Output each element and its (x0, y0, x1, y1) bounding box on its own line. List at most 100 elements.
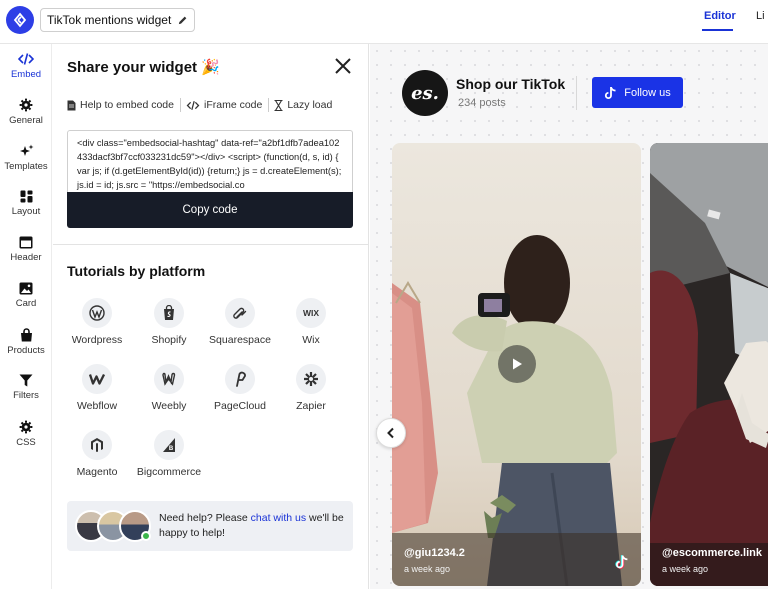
platform-zapier[interactable]: Zapier (271, 364, 351, 412)
platform-label: Squarespace (209, 334, 271, 346)
nav-item-layout[interactable]: Layout (0, 190, 52, 217)
header-icon (19, 236, 33, 249)
post-card[interactable]: @escommerce.link a week ago (650, 143, 768, 586)
tab-lazy-load[interactable]: Lazy load (274, 99, 338, 111)
tab-iframe-code-label: iFrame code (203, 99, 263, 111)
widget-title: TikTok mentions widget (47, 13, 172, 27)
platform-webflow[interactable]: Webflow (57, 364, 137, 412)
platform-wix[interactable]: WIX Wix (271, 298, 351, 346)
platform-label: Wix (302, 334, 320, 346)
chevron-left-icon (387, 427, 394, 439)
top-bar: TikTok mentions widget Editor Li (0, 0, 768, 44)
follow-us-button[interactable]: Follow us (592, 77, 683, 108)
nav-label-embed: Embed (10, 69, 42, 80)
share-widget-panel: Share your widget 🎉 Help to embed code i… (53, 44, 369, 589)
header-separator (576, 76, 577, 110)
platform-wordpress[interactable]: Wordpress (57, 298, 137, 346)
platform-label: PageCloud (214, 400, 266, 412)
wix-icon: WIX (303, 308, 319, 318)
posts-count: 234 posts (458, 97, 506, 109)
platform-label: Magento (76, 466, 118, 478)
play-button[interactable] (498, 345, 536, 383)
platform-label: Weebly (151, 400, 187, 412)
tutorials-title: Tutorials by platform (67, 263, 206, 279)
nav-label-css: CSS (16, 437, 36, 448)
tiktok-icon (605, 86, 616, 99)
nav-item-embed[interactable]: Embed (0, 52, 52, 80)
tab-separator (179, 98, 181, 112)
card-timestamp: a week ago (662, 564, 709, 574)
nav-label-filters: Filters (13, 390, 39, 401)
platform-shopify[interactable]: Shopify (129, 298, 209, 346)
wordpress-icon (89, 305, 105, 321)
card-username[interactable]: @escommerce.link (662, 547, 762, 559)
nav-item-general[interactable]: General (0, 98, 52, 126)
zapier-icon (304, 372, 318, 386)
tab-editor-underline (702, 29, 733, 31)
embed-tabs: Help to embed code iFrame code Lazy load (67, 98, 338, 112)
tab-separator (268, 98, 270, 112)
copy-code-button[interactable]: Copy code (67, 192, 353, 228)
carousel-prev-button[interactable] (376, 418, 406, 448)
code-icon (186, 100, 200, 110)
online-status-dot (141, 531, 151, 541)
gear-icon (19, 420, 33, 434)
platform-bigcommerce[interactable]: B Bigcommerce (129, 430, 209, 478)
webflow-icon (89, 373, 105, 385)
platform-squarespace[interactable]: Squarespace (200, 298, 280, 346)
nav-label-layout: Layout (11, 206, 41, 217)
pagecloud-icon (236, 371, 246, 387)
left-nav: Embed General Templates Layout Header Ca… (0, 44, 52, 589)
app-logo[interactable] (6, 6, 34, 34)
platform-label: Wordpress (71, 334, 123, 346)
tab-editor[interactable]: Editor (704, 10, 736, 22)
chat-with-us-link[interactable]: chat with us (251, 512, 306, 524)
help-text-before: Need help? Please (159, 512, 251, 524)
svg-text:WIX: WIX (303, 308, 319, 318)
post-image (650, 143, 768, 586)
follow-us-label: Follow us (624, 86, 671, 99)
tiktok-icon (615, 555, 628, 569)
platform-magento[interactable]: Magento (57, 430, 137, 478)
logo-icon (13, 12, 27, 28)
weebly-icon (162, 372, 176, 386)
card-username[interactable]: @giu1234.2 (404, 547, 465, 559)
bigcommerce-icon: B (163, 438, 175, 452)
tab-iframe-code[interactable]: iFrame code (186, 99, 268, 111)
code-icon (18, 53, 34, 65)
platform-pagecloud[interactable]: PageCloud (200, 364, 280, 412)
nav-item-templates[interactable]: Templates (0, 144, 52, 172)
profile-avatar: es. (402, 70, 448, 116)
tab-help-embed[interactable]: Help to embed code (67, 99, 180, 111)
feed-title: Shop our TikTok (456, 76, 566, 92)
hourglass-icon (274, 99, 283, 111)
gear-icon (19, 98, 33, 112)
platform-weebly[interactable]: Weebly (129, 364, 209, 412)
nav-item-products[interactable]: Products (0, 328, 52, 356)
tab-next[interactable]: Li (756, 10, 765, 22)
pencil-icon[interactable] (177, 15, 188, 26)
shopify-icon (164, 305, 174, 320)
close-icon[interactable] (333, 56, 353, 76)
nav-item-header[interactable]: Header (0, 236, 52, 263)
nav-item-card[interactable]: Card (0, 282, 52, 309)
embedsocial-logo-icon: es. (411, 83, 439, 103)
post-card[interactable]: @giu1234.2 a week ago (392, 143, 641, 586)
support-avatars (75, 509, 153, 543)
nav-label-card: Card (15, 298, 37, 309)
grid-icon (20, 190, 32, 203)
filter-icon (19, 374, 33, 387)
magento-icon (91, 438, 103, 452)
platform-label: Shopify (151, 334, 187, 346)
svg-text:es.: es. (411, 83, 439, 103)
tab-help-embed-label: Help to embed code (80, 99, 174, 111)
card-timestamp: a week ago (404, 564, 451, 574)
embed-code-textarea[interactable]: <div class="embedsocial-hashtag" data-re… (67, 130, 353, 192)
sparkle-icon (19, 144, 33, 156)
help-text: Need help? Please chat with us we'll be … (159, 511, 349, 541)
platform-label: Webflow (76, 400, 118, 412)
nav-item-filters[interactable]: Filters (0, 374, 52, 401)
nav-item-css[interactable]: CSS (0, 420, 52, 448)
widget-title-field[interactable]: TikTok mentions widget (40, 8, 196, 32)
bag-icon (20, 328, 32, 342)
